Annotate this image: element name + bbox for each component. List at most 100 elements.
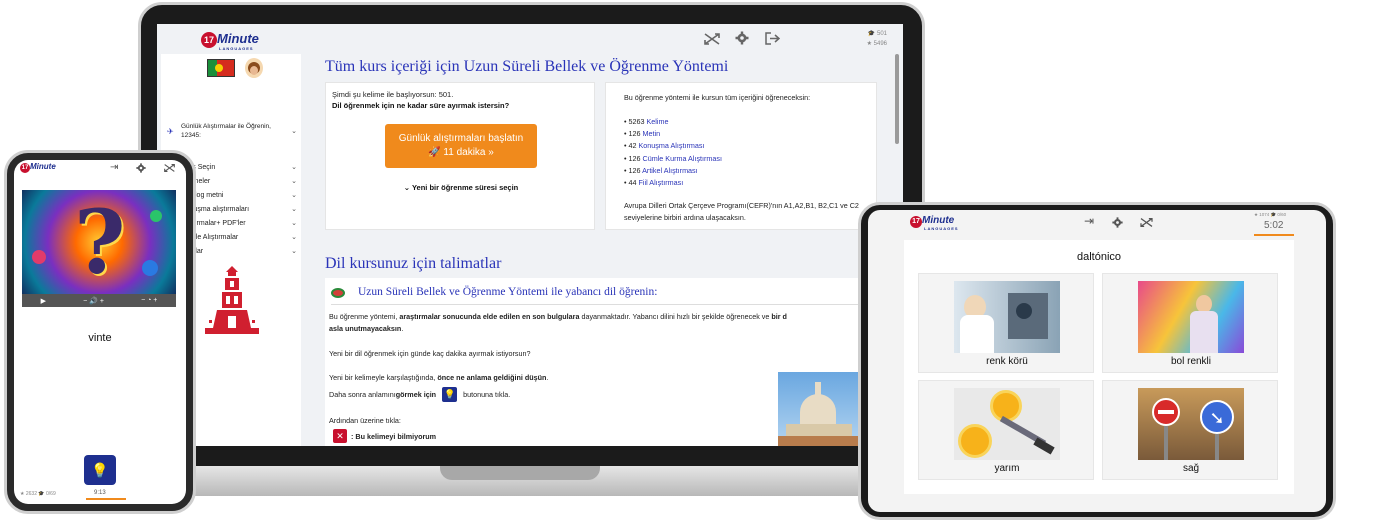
portugal-flag-icon[interactable] xyxy=(207,59,235,77)
dont-know-label: : Bu kelimeyi bilmiyorum xyxy=(351,431,437,441)
study-word: vinte xyxy=(88,332,112,344)
text-span: Yeni bir kelimeyle karşılaştığında, xyxy=(329,373,438,382)
answer-option[interactable]: renk körü xyxy=(918,273,1094,373)
choose-time-label: Yeni bir öğrenme süresi seçin xyxy=(411,183,519,192)
play-icon[interactable]: ▶ xyxy=(41,297,46,305)
exit-icon[interactable]: ⇥ xyxy=(110,162,118,173)
item-link[interactable]: Cümle Kurma Alıştırması xyxy=(643,154,722,163)
graduation-value: 0/60 xyxy=(1277,212,1287,217)
progress-bar xyxy=(1254,234,1294,236)
list-item: • 126 Artikel Alıştırması xyxy=(624,165,698,175)
logo[interactable]: 17 Minute xyxy=(20,162,56,173)
chevron-down-icon: ⌄ xyxy=(291,178,297,185)
laptop-notch xyxy=(440,466,600,480)
star-value: 2632 xyxy=(25,491,37,497)
answer-option[interactable]: ➘ sağ xyxy=(1102,380,1278,480)
chevron-down-icon: ⌄ xyxy=(291,248,297,255)
volume-control[interactable]: − 🔊 + xyxy=(83,297,104,305)
dont-know-row: ✕ : Bu kelimeyi bilmiyorum xyxy=(333,429,436,443)
speed-control[interactable]: − ◔ + xyxy=(141,297,157,304)
text-bold: asla unutmayacaksın xyxy=(329,324,402,333)
logo[interactable]: 17 Minute LANGUAGES xyxy=(910,215,959,231)
item-count: 126 xyxy=(628,153,641,163)
text-span: . xyxy=(546,373,549,382)
daily-start-card: Şimdi şu kelime ile başlıyorsun: 501. Di… xyxy=(325,82,595,230)
graduation-count: 🎓 501 xyxy=(867,31,887,37)
scrollbar[interactable] xyxy=(895,54,899,144)
tablet-screen: 17 Minute LANGUAGES ⇥ ★ 1074 🎓 0/60 5:02 … xyxy=(868,210,1326,512)
chevron-down-icon: ⌄ xyxy=(291,164,297,171)
lightbulb-icon: 💡 xyxy=(91,462,109,478)
start-daily-button[interactable]: Günlük alıştırmaları başlatın 🚀 11 dakik… xyxy=(385,124,537,168)
item-link[interactable]: Kelime xyxy=(647,117,669,126)
item-count: 44 xyxy=(628,178,637,188)
avatar[interactable] xyxy=(245,58,263,78)
option-label: sağ xyxy=(1182,463,1200,474)
daily-exercise-label: Günlük Alıştırmalar ile Öğrenin, 12345: xyxy=(181,123,271,139)
list-item: • 44 Fiil Alıştırması xyxy=(624,178,684,188)
reveal-button[interactable]: 💡 xyxy=(84,455,116,485)
item-link[interactable]: Metin xyxy=(643,129,661,138)
chevron-down-icon: ⌄ xyxy=(291,128,297,135)
star-value: 1074 xyxy=(1259,212,1270,217)
logo[interactable]: 17 Minute LANGUAGES xyxy=(201,31,259,51)
exit-icon[interactable]: ⇥ xyxy=(1084,214,1094,228)
user-stats: 🎓 501 ★ 5496 xyxy=(857,29,887,49)
timer: 5:02 xyxy=(1264,220,1284,231)
choose-time-link[interactable]: ⌄ Yeni bir öğrenme süresi seçin xyxy=(326,183,596,192)
item-link[interactable]: Artikel Alıştırması xyxy=(642,166,698,175)
option-label: bol renkli xyxy=(1170,356,1212,367)
swap-icon[interactable] xyxy=(1140,217,1153,228)
list-item: • 126 Metin xyxy=(624,129,661,139)
instructions-heading: Dil kursunuz için talimatlar xyxy=(325,255,502,272)
item-link[interactable]: Fiil Alıştırması xyxy=(639,178,684,187)
answer-option[interactable]: yarım xyxy=(918,380,1094,480)
option-photo xyxy=(954,388,1060,460)
list-item: • 42 Konuşma Alıştırması xyxy=(624,141,705,151)
item-link[interactable]: Konuşma Alıştırması xyxy=(639,141,705,150)
text-bold: araştırmalar sonucunda elde edilen en so… xyxy=(399,312,580,321)
page-title: Tüm kurs içeriği için Uzun Süreli Bellek… xyxy=(325,58,729,75)
option-photo: ➘ xyxy=(1138,388,1244,460)
option-label: yarım xyxy=(994,463,1020,474)
lisbon-tower-icon xyxy=(201,266,263,347)
swap-icon[interactable] xyxy=(704,32,720,46)
answer-option[interactable]: bol renkli xyxy=(1102,273,1278,373)
question-image: ? xyxy=(22,190,176,294)
daily-minutes-text: Yeni bir dil öğrenmek için günde kaç dak… xyxy=(329,349,531,358)
gear-icon[interactable] xyxy=(136,163,146,173)
reveal-instruction: Daha sonra anlamını görmek için 💡 butonu… xyxy=(329,387,510,402)
portugal-badge-icon xyxy=(331,288,345,298)
start-daily-label: Günlük alıştırmaları başlatın xyxy=(398,133,524,144)
text-span: Bu öğrenme yöntemi, xyxy=(329,312,400,321)
text-bold: bir d xyxy=(771,312,787,321)
text-span: dayanmaktadır. Yabancı dilini hızlı bir … xyxy=(579,312,772,321)
lisbon-church-photo xyxy=(778,372,860,446)
daily-exercise-item[interactable]: ✈ Günlük Alıştırmalar ile Öğrenin, 12345… xyxy=(167,122,297,140)
gear-icon[interactable] xyxy=(1112,217,1123,228)
text-span: . xyxy=(401,324,404,333)
close-icon: ✕ xyxy=(333,429,347,443)
gear-icon[interactable] xyxy=(735,31,749,45)
quiz-panel: daltónico renk körü bol renkli yarım ➘ s… xyxy=(904,240,1294,494)
swap-icon[interactable] xyxy=(164,163,175,173)
graduation-value: 501 xyxy=(876,31,887,37)
method-paragraph: Bu öğrenme yöntemi, araştırmalar sonucun… xyxy=(329,311,903,335)
option-photo xyxy=(954,281,1060,353)
chevron-down-icon: ⌄ xyxy=(291,192,297,199)
rocket-icon: 🚀 xyxy=(428,147,441,158)
method-heading: Uzun Süreli Bellek ve Öğrenme Yöntemi il… xyxy=(358,286,658,298)
logout-icon[interactable] xyxy=(765,32,780,45)
start-daily-duration: 11 dakika » xyxy=(443,147,494,158)
option-photo xyxy=(1138,281,1244,353)
audio-controls: ▶ − 🔊 + − ◔ + xyxy=(22,294,176,307)
content-list: • 5263 Kelime • 126 Metin • 42 Konuşma A… xyxy=(624,116,722,189)
chevron-down-icon: ⌄ xyxy=(291,220,297,227)
tablet-stats: ★ 1074 🎓 0/60 xyxy=(1254,212,1287,217)
text-span: Daha sonra anlamını xyxy=(329,390,396,399)
laptop-screen: 17 Minute LANGUAGES 🎓 501 ★ 5496 ✈ Günlük… xyxy=(157,24,903,446)
item-count: 126 xyxy=(628,129,641,139)
progress-bar xyxy=(86,498,126,500)
cefr-text: Avrupa Dilleri Ortak Çerçeve Programı(CE… xyxy=(624,201,859,222)
chevron-down-icon: ⌄ xyxy=(291,206,297,213)
